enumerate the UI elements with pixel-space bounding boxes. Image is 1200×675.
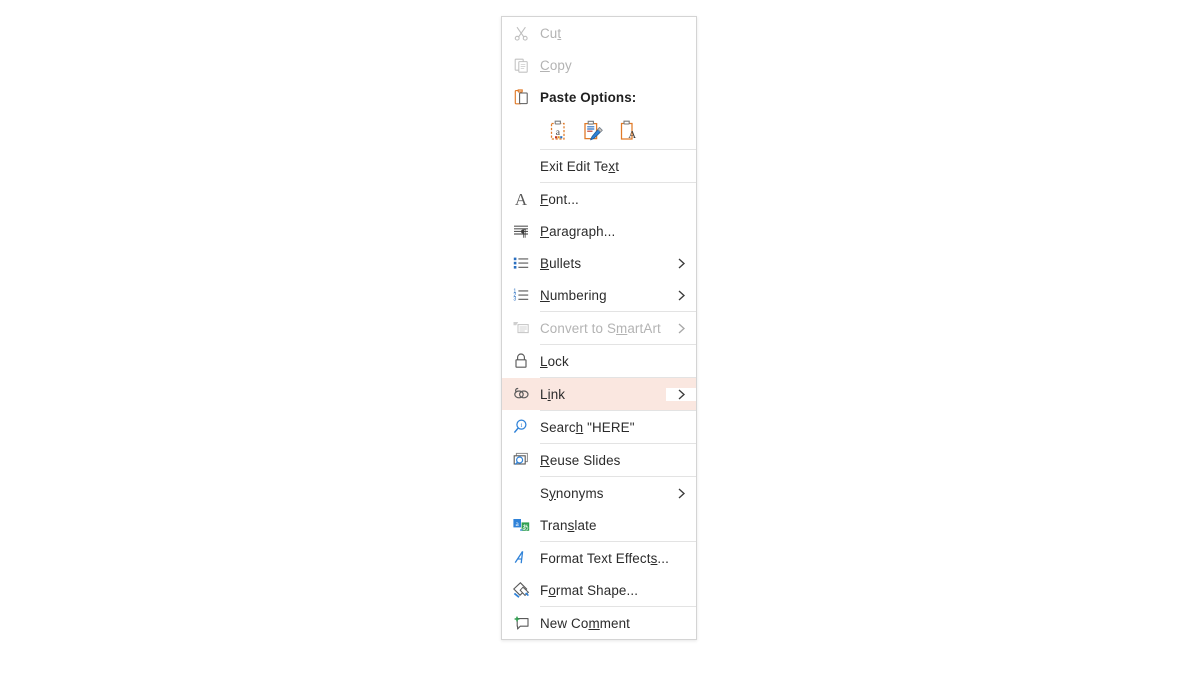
paste-text-only-icon[interactable]: A <box>616 118 640 144</box>
menu-item-paste-options: Paste Options: <box>502 81 696 113</box>
menu-item-format-text-effects[interactable]: Format Text Effects... <box>502 542 696 574</box>
menu-item-translate[interactable]: a あ Translate <box>502 509 696 541</box>
context-menu: Cut Copy Paste Options: a A Exit Edit Te… <box>501 16 697 640</box>
menu-item-label-convert-to-smartart: Convert to SmartArt <box>540 320 661 336</box>
format-shape-icon <box>502 574 540 606</box>
menu-item-label-translate: Translate <box>540 517 597 533</box>
menu-item-label-reuse-slides: Reuse Slides <box>540 452 621 468</box>
new-comment-icon <box>502 607 540 639</box>
menu-item-label-paste-options: Paste Options: <box>540 89 637 105</box>
search-icon: i <box>502 411 540 443</box>
menu-item-format-shape[interactable]: Format Shape... <box>502 574 696 606</box>
menu-item-label-bullets: Bullets <box>540 255 582 271</box>
menu-item-numbering[interactable]: 1 2 3 Numbering <box>502 279 696 311</box>
chevron-right-icon[interactable] <box>666 257 696 270</box>
svg-text:あ: あ <box>521 523 528 531</box>
svg-text:¶: ¶ <box>521 227 527 239</box>
bullets-icon <box>502 247 540 279</box>
chevron-right-icon[interactable] <box>666 322 696 335</box>
menu-item-label-exit-edit-text: Exit Edit Text <box>540 158 620 174</box>
menu-item-label-format-text-effects: Format Text Effects... <box>540 550 669 566</box>
paste-source-icon[interactable] <box>581 118 605 144</box>
menu-item-cut[interactable]: Cut <box>502 17 696 49</box>
font-a-icon: A <box>502 183 540 215</box>
no-icon <box>502 477 540 509</box>
menu-item-font[interactable]: A Font... <box>502 183 696 215</box>
copy-icon <box>502 49 540 81</box>
menu-item-label-copy: Copy <box>540 57 572 73</box>
paragraph-icon: ¶ <box>502 215 540 247</box>
menu-item-label-lock: Lock <box>540 353 569 369</box>
link-icon <box>502 378 540 410</box>
menu-item-label-paragraph: Paragraph... <box>540 223 616 239</box>
menu-item-lock[interactable]: Lock <box>502 345 696 377</box>
svg-text:A: A <box>628 129 636 141</box>
paste-options-row: a A <box>502 113 696 149</box>
scissors-icon <box>502 17 540 49</box>
menu-item-link[interactable]: Link <box>502 378 696 410</box>
svg-text:A: A <box>515 190 528 208</box>
text-effects-icon <box>502 542 540 574</box>
menu-item-label-numbering: Numbering <box>540 287 607 303</box>
menu-item-label-format-shape: Format Shape... <box>540 582 639 598</box>
chevron-right-icon[interactable] <box>666 387 696 401</box>
smartart-icon <box>502 312 540 344</box>
chevron-right-icon[interactable] <box>666 289 696 302</box>
chevron-right-icon[interactable] <box>666 487 696 500</box>
reuse-slides-icon <box>502 444 540 476</box>
menu-item-copy[interactable]: Copy <box>502 49 696 81</box>
no-icon <box>502 150 540 182</box>
menu-item-synonyms[interactable]: Synonyms <box>502 477 696 509</box>
menu-item-reuse-slides[interactable]: Reuse Slides <box>502 444 696 476</box>
clipboard-icon <box>502 81 540 113</box>
menu-item-label-font: Font... <box>540 191 579 207</box>
menu-item-convert-to-smartart[interactable]: Convert to SmartArt <box>502 312 696 344</box>
menu-item-search[interactable]: i Search "HERE" <box>502 411 696 443</box>
menu-item-label-new-comment: New Comment <box>540 615 631 631</box>
menu-item-exit-edit-text[interactable]: Exit Edit Text <box>502 150 696 182</box>
numbering-icon: 1 2 3 <box>502 279 540 311</box>
menu-item-label-link: Link <box>540 386 566 402</box>
menu-item-new-comment[interactable]: New Comment <box>502 607 696 639</box>
menu-item-paragraph[interactable]: ¶ Paragraph... <box>502 215 696 247</box>
lock-icon <box>502 345 540 377</box>
svg-text:i: i <box>520 422 522 429</box>
menu-item-label-cut: Cut <box>540 25 562 41</box>
menu-item-bullets[interactable]: Bullets <box>502 247 696 279</box>
translate-icon: a あ <box>502 509 540 541</box>
menu-item-label-search: Search "HERE" <box>540 419 635 435</box>
svg-text:3: 3 <box>513 297 516 303</box>
paste-theme-icon[interactable]: a <box>546 118 570 144</box>
menu-item-label-synonyms: Synonyms <box>540 485 604 501</box>
